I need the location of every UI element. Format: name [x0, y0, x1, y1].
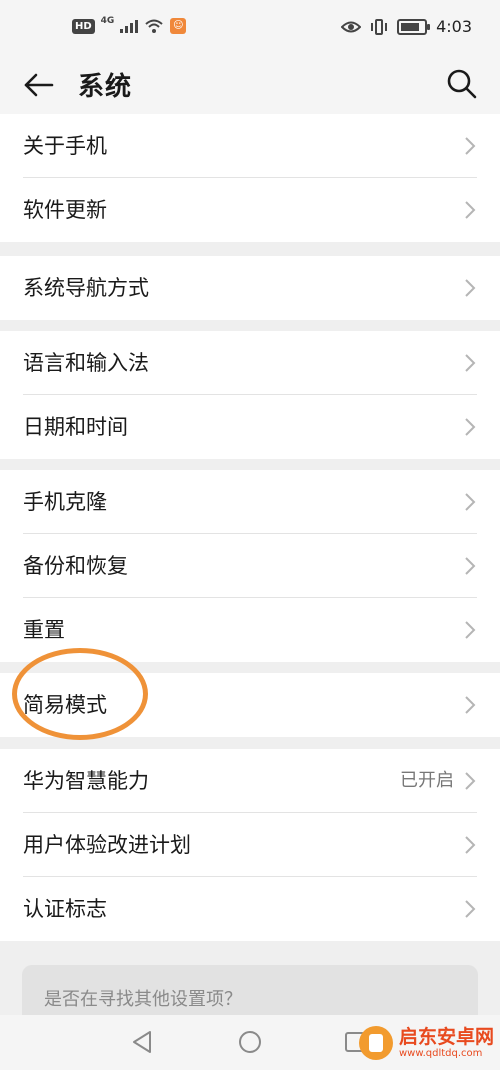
- chevron-right-icon: [465, 137, 476, 155]
- settings-item-date-time[interactable]: 日期和时间: [0, 395, 500, 459]
- app-notification-icon: ☺: [170, 18, 187, 34]
- chevron-right-icon: [465, 418, 476, 436]
- settings-item-phone-clone[interactable]: 手机克隆: [0, 470, 500, 534]
- status-left: HD 4G ☺: [72, 16, 187, 34]
- settings-group-simple-mode: 简易模式: [0, 673, 500, 737]
- watermark-brand: 启东安卓网: [398, 1026, 494, 1049]
- settings-item-label: 重置: [23, 618, 65, 642]
- settings-item-language-input[interactable]: 语言和输入法: [0, 331, 500, 395]
- settings-item-label: 简易模式: [23, 693, 107, 717]
- settings-group-more: 华为智慧能力 已开启 用户体验改进计划 认证标志: [0, 749, 500, 941]
- settings-group-language: 语言和输入法 日期和时间: [0, 331, 500, 459]
- vibrate-icon: [371, 18, 388, 35]
- hd-indicator: HD: [72, 18, 95, 34]
- settings-item-label: 日期和时间: [23, 415, 128, 439]
- watermark-url: www.qdltdq.com: [398, 1047, 483, 1059]
- chevron-right-icon: [465, 621, 476, 639]
- chevron-right-icon: [465, 354, 476, 372]
- network-type: 4G: [100, 16, 115, 26]
- chevron-right-icon: [465, 836, 476, 854]
- settings-item-huawei-assistant[interactable]: 华为智慧能力 已开启: [0, 749, 500, 813]
- watermark: 启东安卓网 www.qdltdq.com: [358, 1026, 494, 1060]
- eye-comfort-icon: [341, 21, 362, 32]
- settings-item-label: 软件更新: [23, 198, 107, 222]
- chevron-right-icon: [465, 201, 476, 219]
- chevron-right-icon: [465, 772, 476, 790]
- settings-group-about: 关于手机 软件更新: [0, 114, 500, 242]
- settings-item-label: 系统导航方式: [23, 276, 149, 300]
- chevron-right-icon: [465, 279, 476, 297]
- settings-item-user-experience[interactable]: 用户体验改进计划: [0, 813, 500, 877]
- chevron-right-icon: [465, 493, 476, 511]
- battery-icon: [397, 18, 431, 35]
- settings-item-about-phone[interactable]: 关于手机: [0, 114, 500, 178]
- nav-home-icon[interactable]: [237, 1029, 263, 1055]
- settings-item-backup-restore[interactable]: 备份和恢复: [0, 534, 500, 598]
- title-bar: 系统: [0, 58, 500, 114]
- settings-item-label: 用户体验改进计划: [23, 833, 191, 857]
- settings-item-system-navigation[interactable]: 系统导航方式: [0, 256, 500, 320]
- chevron-right-icon: [465, 696, 476, 714]
- settings-item-software-update[interactable]: 软件更新: [0, 178, 500, 242]
- suggestion-text: 是否在寻找其他设置项？: [44, 989, 242, 1010]
- settings-group-navigation: 系统导航方式: [0, 256, 500, 320]
- settings-item-label: 语言和输入法: [23, 351, 149, 375]
- settings-item-certification[interactable]: 认证标志: [0, 877, 500, 941]
- settings-item-label: 备份和恢复: [23, 554, 128, 578]
- back-arrow-icon[interactable]: [22, 68, 56, 102]
- settings-item-status: 已开启: [400, 770, 454, 791]
- signal-icon: [120, 19, 139, 33]
- chevron-right-icon: [465, 900, 476, 918]
- wifi-icon: [145, 19, 163, 33]
- settings-item-label: 认证标志: [23, 897, 107, 921]
- watermark-logo-icon: [358, 1026, 393, 1060]
- settings-item-reset[interactable]: 重置: [0, 598, 500, 662]
- search-icon[interactable]: [446, 68, 478, 100]
- status-bar: HD 4G ☺ 4:03: [0, 0, 500, 58]
- settings-item-label: 华为智慧能力: [23, 769, 149, 793]
- nav-back-icon[interactable]: [130, 1029, 156, 1055]
- page-title: 系统: [78, 72, 133, 102]
- clock: 4:03: [436, 17, 472, 36]
- status-right: 4:03: [341, 17, 472, 36]
- settings-item-label: 手机克隆: [23, 490, 107, 514]
- chevron-right-icon: [465, 557, 476, 575]
- settings-group-backup: 手机克隆 备份和恢复 重置: [0, 470, 500, 662]
- settings-item-simple-mode[interactable]: 简易模式: [0, 673, 500, 737]
- settings-item-label: 关于手机: [23, 134, 107, 158]
